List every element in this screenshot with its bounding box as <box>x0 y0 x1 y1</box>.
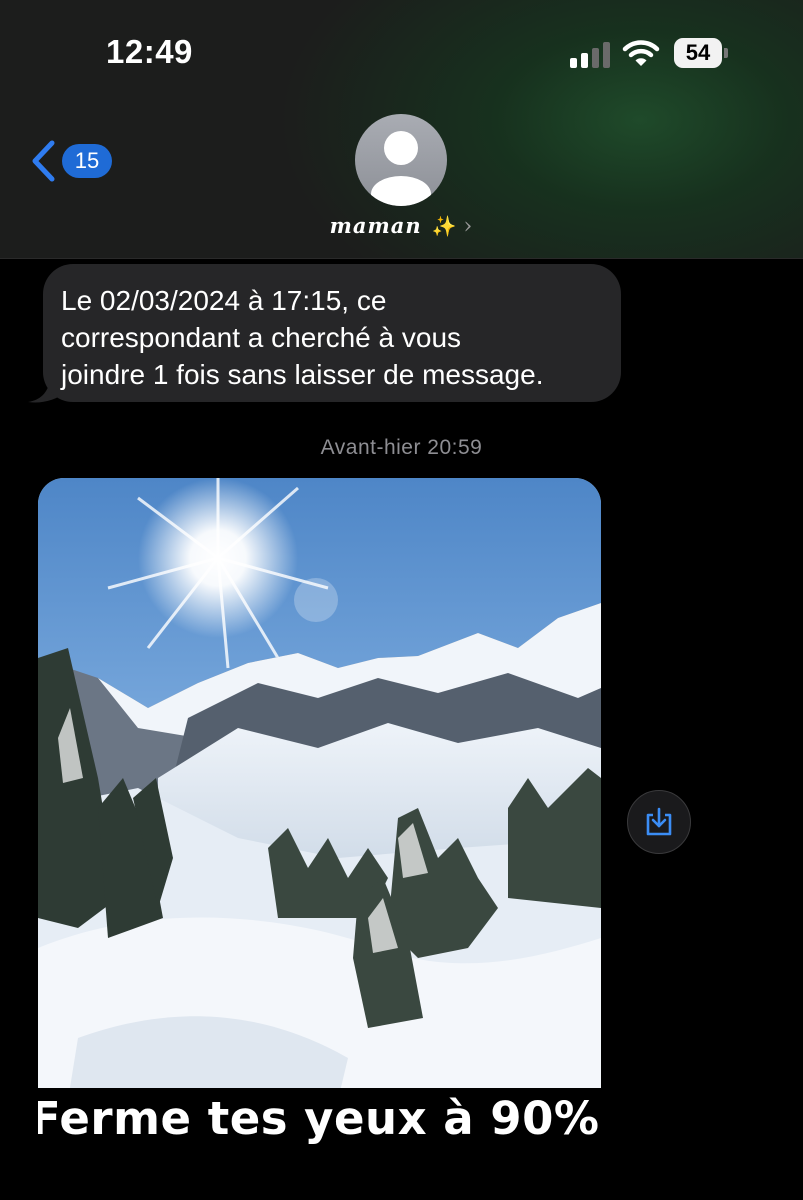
battery-level: 54 <box>674 38 722 68</box>
unread-count-badge: 15 <box>62 144 112 178</box>
save-image-button[interactable] <box>627 790 691 854</box>
person-icon <box>371 131 431 206</box>
message-timestamp: Avant-hier 20:59 <box>320 436 483 459</box>
missed-call-message[interactable]: Le 02/03/2024 à 17:15, ce correspondant … <box>43 264 621 402</box>
contact-avatar[interactable] <box>355 114 447 206</box>
image-caption: Ferme tes yeux à 90% <box>38 1092 600 1145</box>
chevron-left-icon <box>32 140 55 182</box>
message-text: Le 02/03/2024 à 17:15, ce correspondant … <box>61 285 544 390</box>
contact-name: maman <box>329 213 422 238</box>
download-icon <box>646 807 672 836</box>
contact-name-row[interactable]: maman ✨ › <box>0 213 803 239</box>
signal-icon <box>570 42 612 68</box>
battery-icon: 54 <box>674 38 728 68</box>
chevron-right-icon: › <box>463 214 474 239</box>
conversation-header: 12:49 54 15 maman ✨ › <box>0 0 803 259</box>
image-caption-bar: Ferme tes yeux à 90% <box>38 1088 601 1150</box>
snowy-mountain-photo <box>38 478 601 1100</box>
image-message[interactable] <box>38 478 601 1100</box>
wifi-icon <box>622 38 660 73</box>
back-button[interactable]: 15 <box>30 138 112 184</box>
sparkles-emoji: ✨ <box>431 214 458 238</box>
status-time: 12:49 <box>106 33 193 70</box>
